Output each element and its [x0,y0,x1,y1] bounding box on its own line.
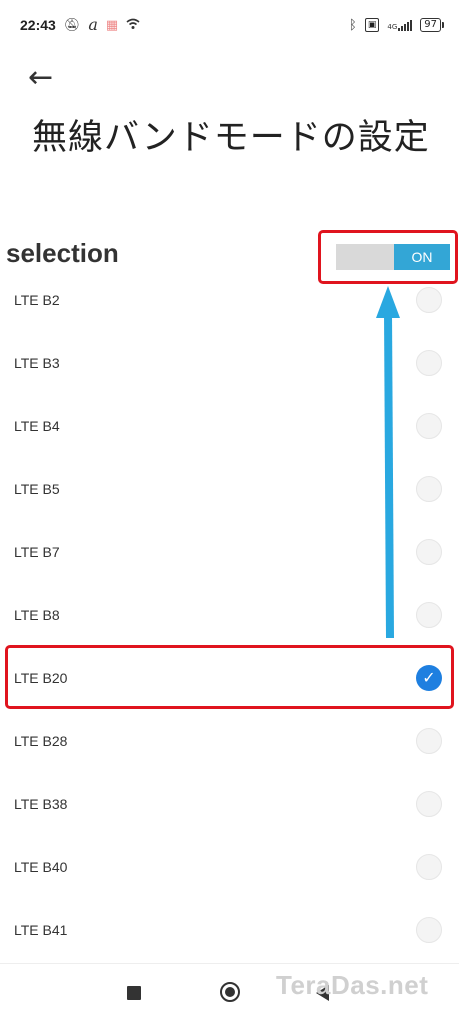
radio-unchecked-icon[interactable] [416,727,442,754]
battery-percent: 97 [424,19,437,30]
radio-unchecked-icon[interactable] [416,286,442,313]
radio-unchecked-icon[interactable] [416,475,442,502]
band-row[interactable]: LTE B8 [0,583,459,646]
band-row[interactable]: LTE B3 [0,331,459,394]
wifi-icon [126,18,140,33]
radio-unchecked-icon[interactable] [416,853,442,880]
band-label: LTE B28 [14,732,68,749]
band-label: LTE B41 [14,921,68,938]
section-title: selection [6,238,119,268]
radio-unchecked-icon[interactable] [416,601,442,628]
sim-notification-icon: ▦ [105,17,119,33]
band-label: LTE B40 [14,858,68,875]
4g-signal-icon: 4G [387,19,413,31]
a-notification-icon: a [88,15,98,34]
radio-unchecked-icon[interactable] [416,916,442,943]
status-time: 22:43 [20,17,56,33]
band-row[interactable]: LTE B40 [0,835,459,898]
watermark: TeraDas.net [276,970,429,1000]
band-row[interactable]: LTE B38 [0,772,459,835]
status-left: 22:43 🔕︎ a ▦ [20,17,140,33]
band-row[interactable]: LTE B41 [0,898,459,961]
radio-unchecked-icon[interactable] [416,790,442,817]
band-row[interactable]: LTE B28 [0,709,459,772]
band-row[interactable]: LTE B4 [0,394,459,457]
status-bar: 22:43 🔕︎ a ▦ ᛒ ▣ 4G 97 [0,0,459,50]
band-label: LTE B4 [14,417,60,434]
bluetooth-icon: ᛒ [349,17,357,33]
band-row[interactable]: LTE B5 [0,457,459,520]
volte-icon: ▣ [364,18,380,32]
band-label: LTE B38 [14,795,68,812]
lte-b20-highlight-box [5,645,454,709]
page-title: 無線バンドモードの設定 [32,118,430,158]
recent-apps-icon[interactable] [127,986,141,1000]
band-label: LTE B8 [14,606,60,623]
home-icon[interactable] [220,982,240,1002]
band-list: LTE B2 LTE B3 LTE B4 LTE B5 LTE B7 LTE B8 LTE … [0,268,459,961]
toggle-highlight-box [318,230,458,284]
network-label: 4G [387,22,398,31]
battery-icon: 97 [420,18,444,32]
mute-bell-icon: 🔕︎ [63,17,81,33]
radio-unchecked-icon[interactable] [416,412,442,439]
band-label: LTE B2 [14,291,60,308]
band-label: LTE B3 [14,354,60,371]
band-label: LTE B5 [14,480,60,497]
back-button[interactable]: ← [28,58,72,98]
status-right: ᛒ ▣ 4G 97 [349,17,444,33]
radio-unchecked-icon[interactable] [416,349,442,376]
band-label: LTE B7 [14,543,60,560]
radio-unchecked-icon[interactable] [416,538,442,565]
band-row[interactable]: LTE B7 [0,520,459,583]
